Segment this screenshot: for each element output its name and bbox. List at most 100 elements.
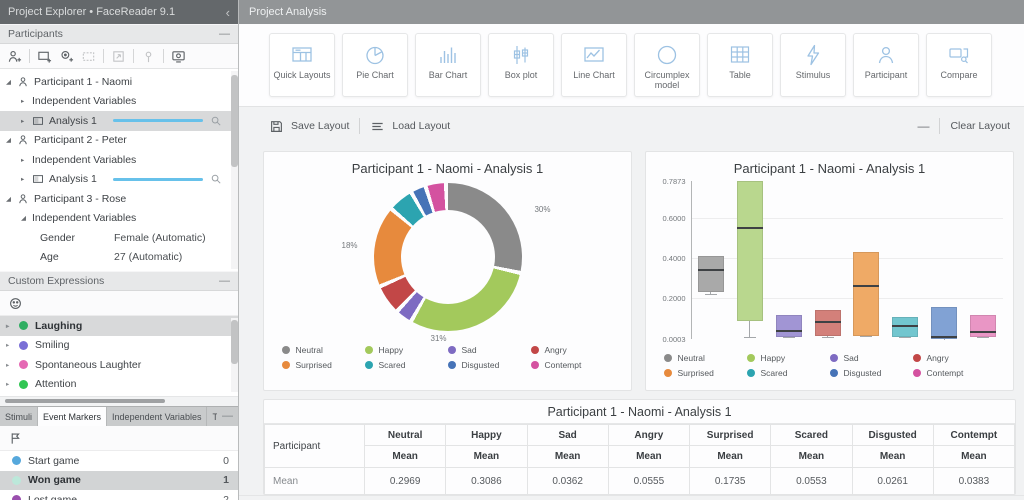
tab-independent-variables[interactable]: Independent Variables (107, 407, 208, 426)
legend-dot (829, 368, 838, 377)
table-cell-contempt: 0.0383 (932, 467, 1015, 494)
expander-icon[interactable]: ◢ (6, 195, 17, 203)
expression-label: Attention (35, 378, 77, 391)
table-row-label: Mean (264, 467, 365, 494)
tree-item-analysis-1[interactable]: ▸ Analysis 1 (0, 170, 238, 190)
toolbar-card-pie-chart[interactable]: Pie Chart (342, 33, 408, 97)
toolbar-card-bar-chart[interactable]: Bar Chart (415, 33, 481, 97)
tree-item-gender[interactable]: Gender Female (Automatic) (0, 228, 238, 248)
box-whisker-cap (860, 336, 873, 338)
expander-icon[interactable]: ▸ (21, 97, 32, 105)
expander-icon[interactable]: ▸ (21, 156, 32, 164)
screen-add-icon[interactable] (37, 49, 52, 64)
tree-item-label: Independent Variables (32, 212, 137, 225)
tree-item-independent-variables[interactable]: ◢ Independent Variables (0, 209, 238, 229)
save-layout-button[interactable]: Save Layout (291, 120, 349, 132)
tab-event-markers[interactable]: Event Markers (38, 407, 108, 426)
pie-chart-title: Participant 1 - Naomi - Analysis 1 (351, 161, 544, 176)
save-icon[interactable] (269, 119, 284, 134)
expander-icon[interactable]: ▸ (6, 361, 17, 369)
expressions-hscrollbar[interactable] (0, 396, 238, 406)
box-surprised[interactable] (853, 252, 880, 336)
load-layout-button[interactable]: Load Layout (392, 120, 450, 132)
box-scared[interactable] (892, 316, 919, 337)
expression-laughing[interactable]: ▸ Laughing (0, 316, 238, 336)
collapse-layout-icon[interactable]: — (917, 119, 929, 133)
marker-start-game[interactable]: Start game 0 (0, 451, 238, 471)
load-list-icon[interactable] (370, 119, 385, 134)
box-plot: 0.7873 0.6000 0.4000 0.2000 0.0003 (657, 177, 1003, 342)
table-subheader-scared: Mean (770, 445, 853, 468)
legend-dot (447, 345, 456, 354)
tree-item-participant-1-naomi[interactable]: ◢ Participant 1 - Naomi (0, 72, 238, 92)
participants-minimize-icon[interactable]: — (219, 28, 230, 40)
markers-minimize-icon[interactable]: — (217, 407, 238, 426)
toolbar-card-label: Line Chart (573, 70, 615, 80)
participants-toolbar (0, 44, 238, 69)
expression-color-dot (19, 321, 28, 331)
toolbar-card-compare[interactable]: Compare (926, 33, 992, 97)
clear-layout-button[interactable]: Clear Layout (950, 120, 1010, 132)
box-angry[interactable] (814, 309, 841, 337)
expression-spontaneous-laughter[interactable]: ▸ Spontaneous Laughter (0, 355, 238, 375)
tree-item-independent-variables[interactable]: ▸ Independent Variables (0, 150, 238, 170)
donut-chart[interactable]: 30% 18% 31% (342, 183, 551, 343)
expressions-hscrollbar-thumb[interactable] (5, 399, 165, 403)
line-chart-icon (582, 41, 606, 68)
monitor-cam-icon[interactable] (171, 49, 186, 64)
toolbar-card-circumplex-model[interactable]: Circumplex model (634, 33, 700, 97)
box-whisker-cap (977, 337, 990, 339)
tree-item-analysis-1[interactable]: ▸ Analysis 1 (0, 111, 238, 131)
toolbar-card-quick-layouts[interactable]: Quick Layouts (269, 33, 335, 97)
box-happy[interactable] (736, 181, 763, 321)
expander-icon[interactable]: ▸ (6, 380, 17, 388)
camera-add-icon[interactable] (59, 49, 74, 64)
toolbar-card-stimulus[interactable]: Stimulus (780, 33, 846, 97)
expressions-scrollbar[interactable] (231, 318, 238, 392)
expression-smiling[interactable]: ▸ Smiling (0, 336, 238, 356)
expander-icon[interactable]: ◢ (6, 78, 17, 86)
expressions-scrollbar-thumb[interactable] (231, 320, 238, 364)
expander-icon[interactable]: ◢ (6, 136, 17, 144)
tree-item-age[interactable]: Age 27 (Automatic) (0, 248, 238, 268)
toolbar-card-line-chart[interactable]: Line Chart (561, 33, 627, 97)
box-neutral[interactable] (697, 256, 724, 292)
custom-expressions-minimize-icon[interactable]: — (219, 275, 230, 287)
marker-lost-game[interactable]: Lost game 2 (0, 490, 238, 500)
tab-tests[interactable]: Tests (207, 407, 217, 426)
expander-icon[interactable]: ▸ (6, 341, 17, 349)
expander-icon[interactable]: ▸ (6, 322, 17, 330)
toolbar-card-box-plot[interactable]: Box plot (488, 33, 554, 97)
toolbar-card-participant[interactable]: Participant (853, 33, 919, 97)
box-disgusted[interactable] (931, 306, 958, 339)
marker-won-game[interactable]: Won game 1 (0, 470, 238, 490)
box-sad[interactable] (775, 315, 802, 337)
tree-scrollbar-thumb[interactable] (231, 75, 238, 167)
tree-kv-label: Gender (40, 231, 76, 244)
box-contempt[interactable] (970, 315, 997, 338)
tab-stimuli[interactable]: Stimuli (0, 407, 39, 426)
table-row: Mean 0.2969 0.3086 0.0362 0.0555 0.1735 0.0553… (264, 467, 1015, 494)
person-add-icon[interactable] (7, 49, 22, 64)
expression-attention[interactable]: ▸ Attention (0, 375, 238, 395)
box-plot-title: Participant 1 - Naomi - Analysis 1 (733, 161, 926, 176)
legend-label: Contempt (544, 359, 582, 370)
face-icon[interactable] (8, 296, 23, 311)
expander-icon[interactable]: ▸ (21, 175, 32, 183)
legend-dot (281, 345, 290, 354)
tree-item-participant-2-peter[interactable]: ◢ Participant 2 - Peter (0, 131, 238, 151)
table-col-surprised: Surprised (688, 424, 772, 446)
tree-item-participant-3-rose[interactable]: ◢ Participant 3 - Rose (0, 189, 238, 209)
tree-item-independent-variables[interactable]: ▸ Independent Variables (0, 92, 238, 112)
box-whisker-cap (743, 337, 756, 339)
y-tick-label: 0.0003 (662, 334, 686, 344)
collapse-panel-icon[interactable]: ‹ (226, 6, 230, 19)
marker-flag-icon[interactable] (8, 431, 23, 446)
expander-icon[interactable]: ◢ (21, 214, 32, 222)
tree-scrollbar[interactable] (231, 71, 238, 269)
table-cell-disgusted: 0.0261 (851, 467, 934, 494)
table-subheader-surprised: Mean (688, 445, 772, 468)
expander-icon[interactable]: ▸ (21, 117, 32, 125)
tree-kv-label: Age (40, 251, 59, 264)
toolbar-card-table[interactable]: Table (707, 33, 773, 97)
